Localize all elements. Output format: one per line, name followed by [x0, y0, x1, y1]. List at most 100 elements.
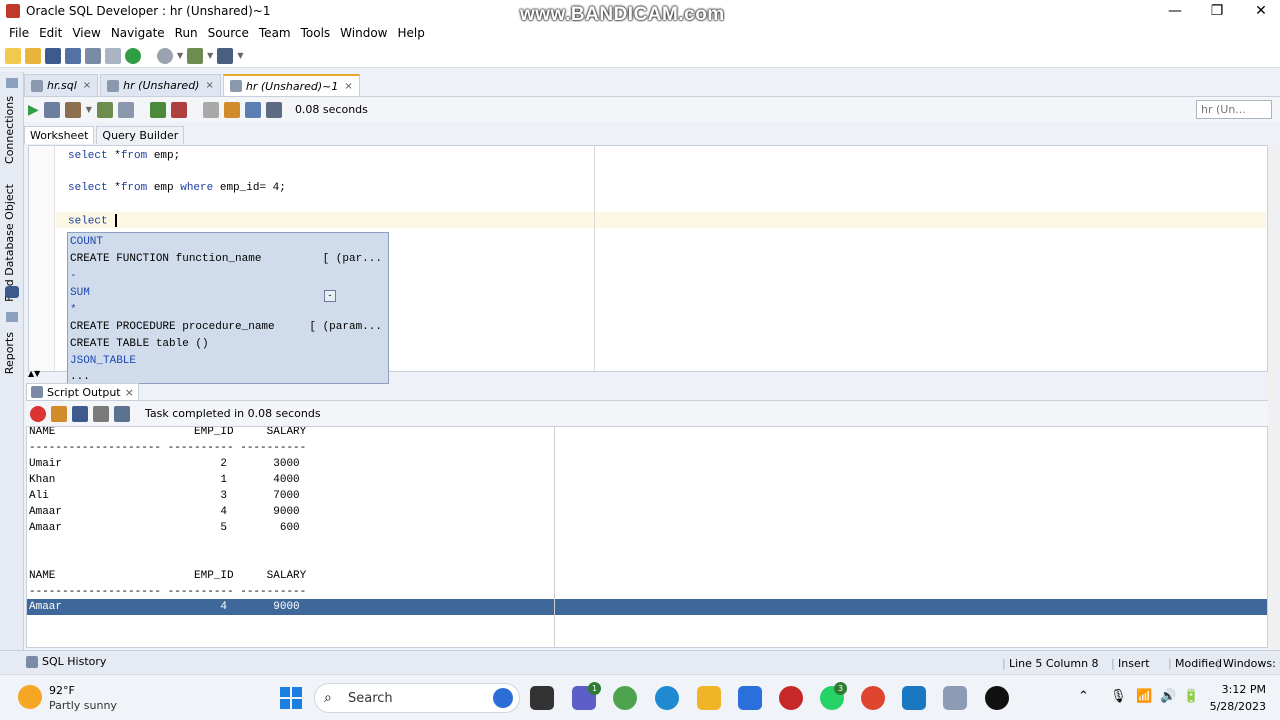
battery-icon[interactable]: 🔋 [1183, 689, 1199, 704]
autocomplete-expander-icon[interactable]: - [324, 290, 336, 302]
menu-help[interactable]: Help [393, 26, 430, 40]
menu-edit[interactable]: Edit [34, 26, 67, 40]
minimize-button[interactable]: — [1160, 1, 1190, 21]
autocomplete-item[interactable]: - [70, 268, 386, 285]
connection-selector[interactable]: hr (Un... [1196, 100, 1272, 119]
explain-plan-icon[interactable] [96, 101, 113, 118]
menu-tools[interactable]: Tools [296, 26, 336, 40]
script-output-area[interactable]: NAME EMP_ID SALARY -------------------- … [26, 426, 1268, 648]
vscode-icon[interactable] [902, 686, 926, 710]
tab-hr-unshared-1[interactable]: hr (Unshared)~1 × [222, 74, 360, 96]
save-output-icon[interactable] [72, 405, 88, 422]
task-status: Task completed in 0.08 seconds [145, 407, 321, 420]
weather-temperature[interactable]: 92°F [49, 684, 75, 697]
output-line: -------------------- ---------- --------… [29, 442, 307, 454]
wifi-icon[interactable]: 📶 [1136, 689, 1152, 704]
debug-dropdown-icon[interactable]: ▼ [207, 51, 213, 60]
back-icon[interactable] [125, 47, 141, 64]
bing-icon[interactable] [493, 688, 513, 708]
menu-run[interactable]: Run [170, 26, 203, 40]
sql-history-tab[interactable]: SQL History [26, 655, 106, 668]
tab-hr-unshared[interactable]: hr (Unshared) × [100, 74, 221, 96]
debug-icon[interactable] [187, 47, 204, 64]
rollback-icon[interactable] [170, 101, 187, 118]
redo-icon[interactable] [105, 47, 121, 64]
microsoft-store-icon[interactable] [738, 686, 762, 710]
task-view-icon[interactable] [530, 686, 554, 710]
menu-view[interactable]: View [67, 26, 105, 40]
close-window-button[interactable]: ✕ [1246, 1, 1276, 21]
pin-icon[interactable] [30, 405, 46, 422]
taskbar-date[interactable]: 5/28/2023 [1202, 700, 1266, 713]
tab-query-builder[interactable]: Query Builder [96, 126, 185, 144]
volume-icon[interactable]: 🔊 [1160, 689, 1176, 704]
vertical-scrollbar[interactable] [1268, 145, 1278, 650]
commit-dropdown-icon[interactable]: ▼ [86, 105, 92, 114]
bandicam-record-icon[interactable] [985, 686, 1009, 710]
open-folder-icon[interactable] [25, 47, 41, 64]
close-tab-icon[interactable]: × [344, 81, 352, 92]
run-statement-icon[interactable]: ▶ [28, 102, 39, 118]
weather-condition[interactable]: Partly sunny [49, 699, 117, 712]
close-tab-icon[interactable]: × [83, 80, 91, 91]
start-button-icon[interactable] [280, 687, 302, 709]
output-line: Ali 3 7000 [29, 490, 300, 502]
weather-sun-icon[interactable] [18, 685, 42, 709]
new-file-icon[interactable] [5, 47, 21, 64]
taskbar-time[interactable]: 3:12 PM [1210, 683, 1266, 696]
output-options-icon[interactable] [114, 405, 130, 422]
commit-icon[interactable] [64, 101, 81, 118]
tab-worksheet[interactable]: Worksheet [24, 126, 95, 144]
menu-team[interactable]: Team [254, 26, 296, 40]
reports-panel-tab[interactable]: Reports [3, 332, 16, 374]
tab-hr-sql[interactable]: hr.sql × [24, 74, 99, 96]
menu-navigate[interactable]: Navigate [106, 26, 170, 40]
print-icon[interactable] [93, 405, 109, 422]
find-dropdown-icon[interactable]: ▼ [237, 51, 243, 60]
clear-icon[interactable] [223, 101, 240, 118]
forward-icon[interactable] [157, 47, 173, 64]
autocomplete-item[interactable]: * [70, 302, 386, 319]
save-all-icon[interactable] [65, 47, 81, 64]
menu-window[interactable]: Window [335, 26, 392, 40]
autocomplete-item[interactable]: COUNT [70, 234, 386, 251]
find-db-object-panel-tab[interactable]: Find Database Object [3, 184, 16, 302]
menu-file[interactable]: File [4, 26, 34, 40]
tab-script-output[interactable]: Script Output × [26, 383, 139, 400]
headphones-app-icon[interactable] [779, 686, 803, 710]
binoculars-icon[interactable] [217, 47, 234, 64]
forward-dropdown-icon[interactable]: ▼ [177, 51, 183, 60]
sql-developer-taskbar-icon[interactable] [943, 686, 967, 710]
autocomplete-item[interactable]: CREATE TABLE table () [70, 336, 386, 353]
output-divider [554, 427, 555, 647]
file-explorer-icon[interactable] [697, 686, 721, 710]
autocomplete-item[interactable]: CREATE FUNCTION function_name[ (par... [70, 251, 386, 268]
eraser-icon[interactable] [51, 405, 67, 422]
editor-splitter[interactable]: ▲▼ [28, 369, 1268, 380]
autocomplete-item[interactable]: CREATE PROCEDURE procedure_name[ (param.… [70, 319, 386, 336]
edge-icon[interactable] [655, 686, 679, 710]
save-icon[interactable] [45, 47, 61, 64]
run-script-icon[interactable] [43, 101, 60, 118]
undo-icon[interactable] [85, 47, 101, 64]
status-separator: | [1168, 657, 1172, 670]
commit-transaction-icon[interactable] [149, 101, 166, 118]
chrome-icon[interactable] [861, 686, 885, 710]
collapse-up-icon[interactable]: ▲▼ [28, 369, 40, 378]
menu-source[interactable]: Source [203, 26, 254, 40]
autocomplete-item[interactable]: SUM [70, 285, 386, 302]
microphone-icon[interactable]: 🎙 [1110, 689, 1127, 704]
connections-panel-tab[interactable]: Connections [3, 96, 16, 164]
show-hidden-icons-icon[interactable]: ⌃ [1078, 689, 1089, 704]
to-upper-lower-icon[interactable] [265, 101, 282, 118]
maximize-button[interactable]: ❐ [1202, 1, 1232, 21]
autotrace-icon[interactable] [117, 101, 134, 118]
taskbar-search-box[interactable]: ⌕ Search [314, 683, 520, 713]
close-script-output-icon[interactable]: × [125, 386, 134, 399]
autocomplete-item[interactable]: JSON_TABLE [70, 353, 386, 370]
close-tab-icon[interactable]: × [205, 80, 213, 91]
current-line-highlight [56, 212, 1266, 228]
sql-tuning-icon[interactable] [244, 101, 261, 118]
cancel-icon[interactable] [202, 101, 219, 118]
utorrent-icon[interactable] [613, 686, 637, 710]
